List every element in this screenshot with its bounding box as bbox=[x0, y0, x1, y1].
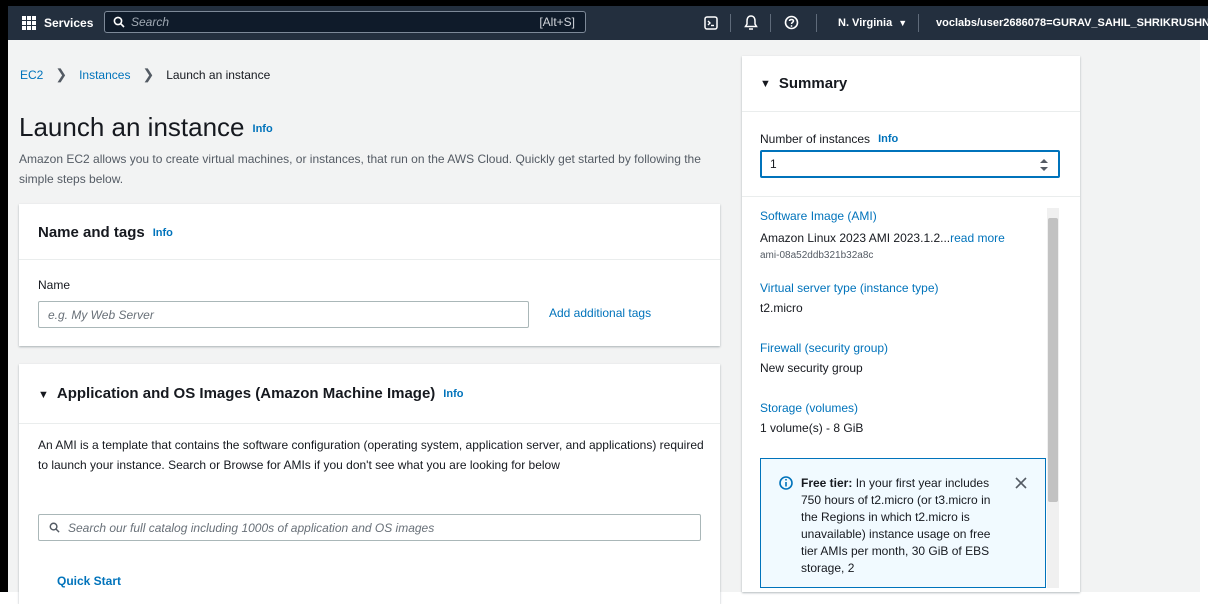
chevron-down-icon: ▼ bbox=[898, 18, 908, 28]
breadcrumb: EC2 ❯ Instances ❯ Launch an instance bbox=[20, 66, 270, 83]
collapse-caret-icon: ▼ bbox=[760, 77, 771, 90]
search-icon bbox=[113, 16, 125, 28]
instances-label: Number of instances bbox=[760, 132, 871, 146]
stepper-icon[interactable] bbox=[1040, 159, 1048, 171]
ami-panel: ▼ Application and OS Images (Amazon Machi… bbox=[19, 364, 720, 604]
free-tier-text-block: Free tier: In your first year includes 7… bbox=[801, 475, 1007, 577]
page-info-link[interactable]: Info bbox=[253, 123, 273, 135]
summary-divider bbox=[742, 196, 1080, 197]
search-placeholder: Search bbox=[131, 15, 170, 29]
name-label: Name bbox=[38, 278, 71, 292]
close-icon[interactable] bbox=[1015, 477, 1027, 489]
services-grid-icon bbox=[22, 16, 36, 30]
topbar-divider bbox=[816, 14, 817, 32]
ami-info-link[interactable]: Info bbox=[443, 388, 463, 400]
collapse-caret-icon: ▼ bbox=[38, 389, 49, 401]
firewall-key[interactable]: Firewall (security group) bbox=[760, 341, 1045, 355]
breadcrumb-separator-icon: ❯ bbox=[55, 66, 68, 82]
instance-type-value: t2.micro bbox=[760, 301, 803, 315]
ami-id: ami-08a52ddb321b32a8c bbox=[760, 250, 874, 261]
name-tags-header: Name and tags Info bbox=[19, 204, 720, 260]
account-menu[interactable]: voclabs/user2686078=GURAV_SAHIL_SHRIKRUS… bbox=[936, 17, 1208, 29]
firewall-value: New security group bbox=[760, 361, 863, 375]
region-label: N. Virginia bbox=[838, 17, 893, 29]
global-search-input[interactable]: Search [Alt+S] bbox=[104, 11, 586, 33]
name-tags-panel: Name and tags Info Name e.g. My Web Serve… bbox=[19, 204, 720, 346]
ami-read-more-link[interactable]: read more bbox=[950, 231, 1005, 245]
free-tier-label: Free tier: bbox=[801, 476, 853, 490]
storage-key[interactable]: Storage (volumes) bbox=[760, 401, 1045, 415]
storage-value: 1 volume(s) - 8 GiB bbox=[760, 421, 864, 435]
topbar-divider bbox=[730, 14, 731, 32]
topbar-divider bbox=[770, 14, 771, 32]
breadcrumb-separator-icon: ❯ bbox=[142, 66, 155, 82]
main-content: EC2 ❯ Instances ❯ Launch an instance Lau… bbox=[8, 40, 1200, 604]
page-description: Amazon EC2 allows you to create virtual … bbox=[19, 152, 701, 186]
name-placeholder: e.g. My Web Server bbox=[48, 307, 154, 322]
page-title-row: Launch an instance Info bbox=[19, 112, 273, 143]
breadcrumb-instances[interactable]: Instances bbox=[79, 68, 130, 82]
services-label: Services bbox=[44, 16, 94, 30]
summary-scrollbar-thumb[interactable] bbox=[1048, 218, 1058, 502]
info-circle-icon bbox=[779, 476, 793, 490]
cloudshell-icon[interactable] bbox=[704, 16, 718, 30]
instances-label-row: Number of instances Info bbox=[760, 130, 898, 148]
page-title: Launch an instance bbox=[19, 112, 245, 142]
summary-title: Summary bbox=[778, 75, 848, 92]
name-tags-title: Name and tags bbox=[38, 224, 145, 241]
instances-value: 1 bbox=[770, 157, 777, 171]
region-selector[interactable]: N. Virginia ▼ bbox=[838, 17, 907, 29]
ami-description: An AMI is a template that contains the s… bbox=[38, 438, 704, 472]
summary-panel: ▼ Summary Number of instances Info 1 Soft… bbox=[742, 56, 1080, 592]
summary-header[interactable]: ▼ Summary bbox=[742, 56, 1080, 112]
ami-header[interactable]: ▼ Application and OS Images (Amazon Machi… bbox=[19, 364, 720, 424]
ami-summary-key[interactable]: Software Image (AMI) bbox=[760, 209, 1045, 223]
breadcrumb-current: Launch an instance bbox=[166, 67, 271, 82]
ami-search-input[interactable]: Search our full catalog including 1000s … bbox=[38, 514, 701, 541]
topbar-divider bbox=[918, 14, 919, 32]
bell-icon[interactable] bbox=[744, 15, 758, 31]
aws-console-topbar: Services Search [Alt+S] N. Virginia ▼ vo… bbox=[8, 6, 1208, 40]
ami-summary-value-row: Amazon Linux 2023 AMI 2023.1.2...read mo… bbox=[760, 229, 1045, 247]
services-button[interactable]: Services bbox=[22, 12, 93, 34]
name-input[interactable]: e.g. My Web Server bbox=[38, 301, 529, 328]
summary-scrollbar[interactable] bbox=[1047, 208, 1059, 588]
search-shortcut: [Alt+S] bbox=[539, 15, 575, 29]
ami-title: Application and OS Images (Amazon Machin… bbox=[56, 385, 436, 402]
free-tier-text: In your first year includes 750 hours of… bbox=[801, 476, 991, 575]
free-tier-alert: Free tier: In your first year includes 7… bbox=[760, 458, 1046, 588]
quick-start-tab[interactable]: Quick Start bbox=[57, 574, 121, 588]
instances-number-input[interactable]: 1 bbox=[760, 150, 1060, 178]
summary-details: Software Image (AMI) Amazon Linux 2023 A… bbox=[760, 209, 1045, 435]
search-icon bbox=[49, 522, 60, 533]
screen-frame-left bbox=[0, 0, 8, 592]
help-icon[interactable] bbox=[784, 15, 799, 30]
breadcrumb-ec2[interactable]: EC2 bbox=[20, 68, 43, 82]
ami-search-placeholder: Search our full catalog including 1000s … bbox=[68, 520, 435, 535]
instances-info-link[interactable]: Info bbox=[878, 133, 898, 145]
name-tags-info-link[interactable]: Info bbox=[153, 227, 173, 239]
add-additional-tags-link[interactable]: Add additional tags bbox=[549, 306, 651, 320]
ami-summary-value: Amazon Linux 2023 AMI 2023.1.2... bbox=[760, 231, 951, 245]
instance-type-key[interactable]: Virtual server type (instance type) bbox=[760, 281, 1045, 295]
